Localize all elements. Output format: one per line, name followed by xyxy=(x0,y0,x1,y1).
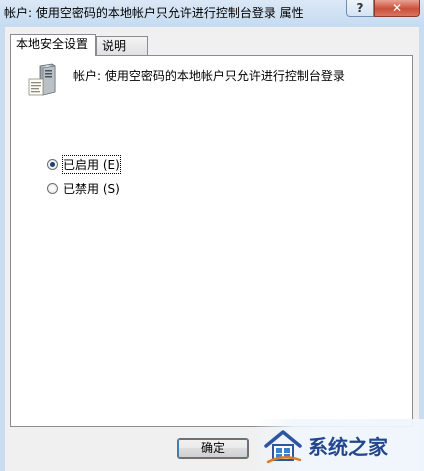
option-disabled-label: 已禁用 (S) xyxy=(63,182,120,196)
window-title: 帐户: 使用空密码的本地帐户只允许进行控制台登录 属性 xyxy=(4,6,304,20)
tab-panel: 帐户: 使用空密码的本地帐户只允许进行控制台登录 已启用 (E) 已禁用 (S) xyxy=(10,55,413,427)
window-controls: ? ✕ xyxy=(346,0,420,17)
radio-enabled[interactable] xyxy=(47,159,58,170)
radio-disabled[interactable] xyxy=(47,183,58,194)
close-button[interactable]: ✕ xyxy=(374,0,420,17)
title-bar[interactable]: 帐户: 使用空密码的本地帐户只允许进行控制台登录 属性 ? ✕ xyxy=(0,0,424,26)
close-icon: ✕ xyxy=(391,1,403,15)
option-enabled[interactable]: 已启用 (E) xyxy=(47,155,121,174)
policy-title: 帐户: 使用空密码的本地帐户只允许进行控制台登录 xyxy=(73,69,345,83)
dialog-client-area: 本地安全设置 说明 帐户: 使用空密码的本地帐户只允许进行控制台登录 已启用 (… xyxy=(5,27,419,471)
house-logo-icon xyxy=(264,430,302,464)
tab-local-security-setting[interactable]: 本地安全设置 xyxy=(10,34,96,56)
tab-explain[interactable]: 说明 xyxy=(96,36,148,55)
watermark-text: 系统之家 xyxy=(308,434,388,459)
option-disabled[interactable]: 已禁用 (S) xyxy=(47,180,120,197)
help-icon: ? xyxy=(356,1,364,15)
ok-button[interactable]: 确定 xyxy=(177,438,249,459)
site-watermark: 系统之家 xyxy=(252,419,424,471)
properties-window: 帐户: 使用空密码的本地帐户只允许进行控制台登录 属性 ? ✕ 本地安全设置 说… xyxy=(0,0,424,471)
server-icon xyxy=(28,63,56,96)
option-enabled-label: 已启用 (E) xyxy=(62,155,121,174)
help-button[interactable]: ? xyxy=(346,0,374,17)
